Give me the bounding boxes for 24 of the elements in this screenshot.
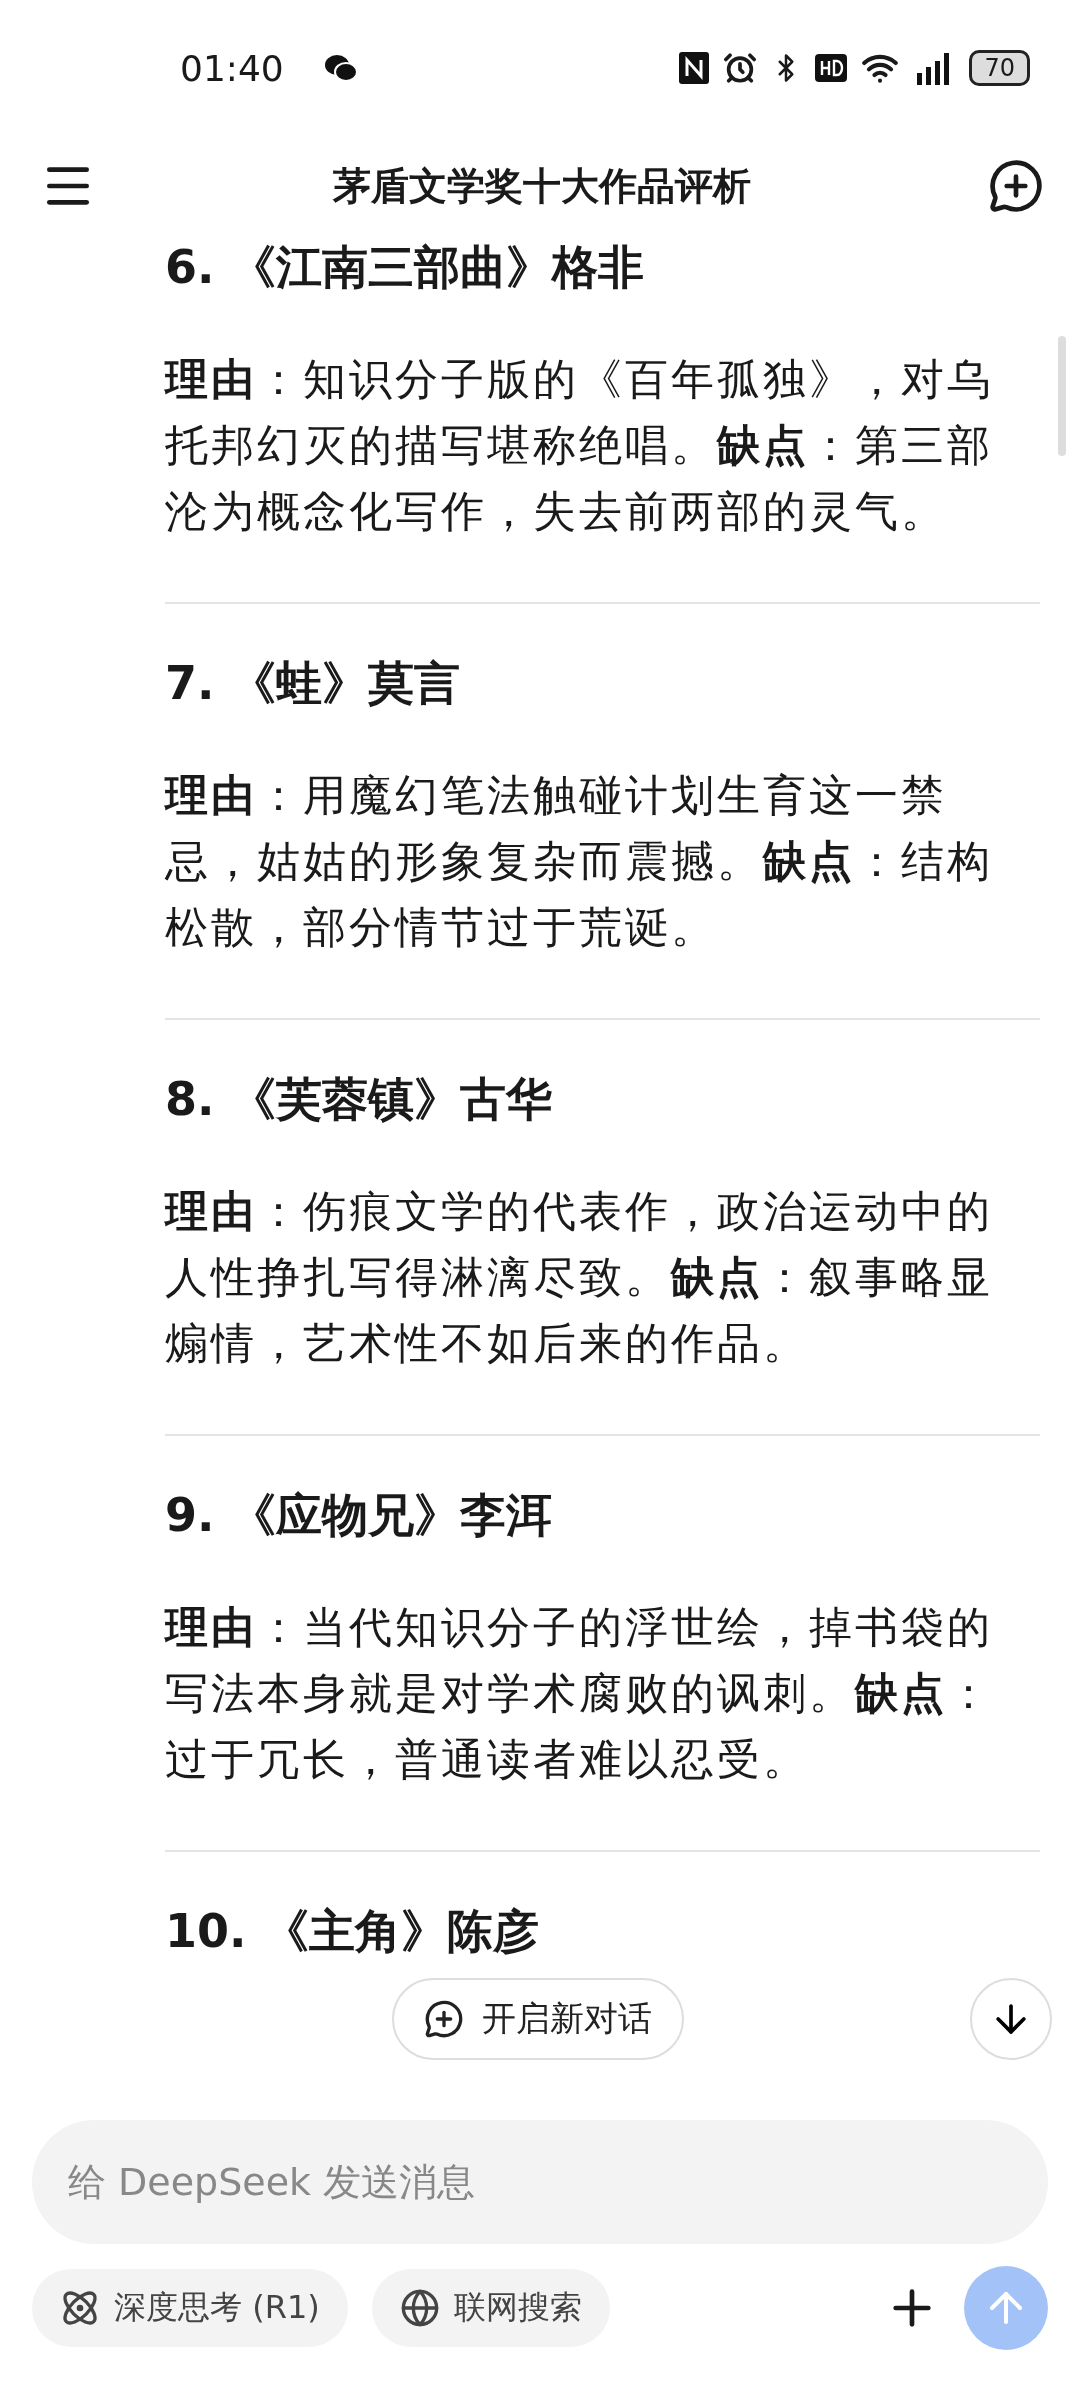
section-heading: 10. 《主角》陈彦	[165, 1903, 540, 1960]
paragraph: 理由：伤痕文学的代表作，政治运动中的人性挣扎写得淋漓尽致。缺点：叙事略显煽情，艺术性不如后来的作品。	[165, 1185, 994, 1370]
alarm-icon	[723, 51, 758, 85]
section-heading: 9. 《应物兄》李洱	[165, 1487, 554, 1544]
nfc-icon	[679, 52, 710, 84]
new-chat-icon[interactable]	[988, 158, 1044, 214]
toggle-chip[interactable]: 深度思考 (R1)	[32, 2269, 348, 2347]
paragraph: 理由：知识分子版的《百年孤独》，对乌托邦幻灭的描写堪称绝唱。缺点：第三部沦为概念化写作，失去前两部的灵气。	[165, 353, 994, 538]
chat-plus-icon	[424, 1999, 464, 2039]
status-time: 01:40	[180, 47, 284, 89]
hd-icon	[815, 54, 848, 82]
section-heading: 6. 《江南三部曲》格非	[165, 239, 646, 296]
paragraph: 理由：用魔幻笔法触碰计划生育这一禁忌，姑姑的形象复杂而震撼。缺点：结构松散，部分情节过于荒诞。	[165, 769, 994, 954]
battery-level: 70	[969, 50, 1030, 86]
new-chat-button[interactable]: 开启新对话	[392, 1978, 684, 2060]
section-heading: 7. 《蛙》莫言	[165, 655, 462, 712]
message-input[interactable]: 给 DeepSeek 发送消息	[32, 2120, 1048, 2244]
globe-icon	[399, 2288, 440, 2328]
atom-icon	[60, 2288, 100, 2328]
toggle-chip[interactable]: 联网搜索	[371, 2269, 610, 2347]
chat-title: 茅盾文学奖十大作品评析	[333, 162, 751, 210]
paragraph: 理由：当代知识分子的浮世绘，掉书袋的写法本身就是对学术腐败的讽刺。缺点：过于冗长，普通读者难以忍受。	[165, 1601, 994, 1786]
chat-bubbles-icon	[323, 53, 358, 83]
section-heading: 8. 《芙蓉镇》古华	[165, 1071, 554, 1128]
